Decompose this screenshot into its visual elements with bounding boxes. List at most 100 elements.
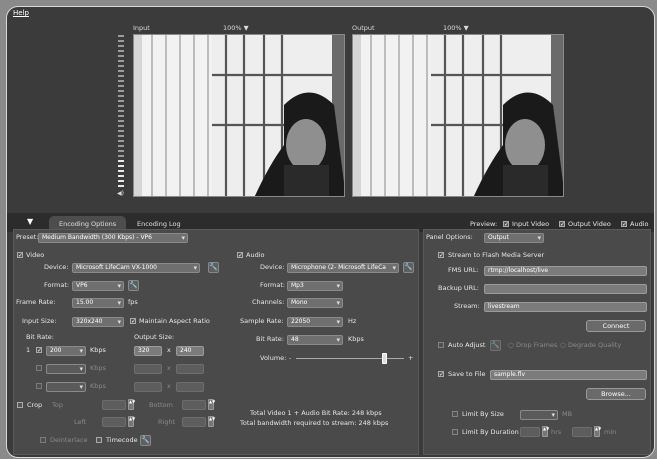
auto-adjust-settings-icon[interactable]: 🔧 [490,340,501,351]
audio-bit-rate-select[interactable]: 48 [287,335,343,345]
audio-format-select[interactable]: Mp3 [287,281,343,291]
encoding-options-panel: Preset: Medium Bandwidth (300 Kbps) - VP… [13,229,419,455]
auto-adjust-checkbox[interactable] [438,342,444,348]
crop-right-spinner[interactable]: ▲▼ [208,416,215,427]
crop-left-field[interactable] [102,417,126,427]
crop-top-label: Top [52,401,63,409]
fms-url-label: FMS URL: [448,266,479,274]
crop-checkbox[interactable] [17,402,23,408]
limit-size-label: Limit By Size [462,410,504,418]
total-bitrate-text: Total Video 1 + Audio Bit Rate: 248 kbps [250,409,382,417]
fps-label: fps [128,298,138,306]
panel-options-select[interactable]: Output [484,233,544,243]
duration-min-field[interactable] [572,427,592,437]
output-height-field[interactable]: 240 [176,346,204,356]
limit-duration-label: Limit By Duration [462,428,519,436]
crop-top-field[interactable] [102,400,126,410]
bit-rate-row2-select[interactable] [46,364,86,374]
audio-bit-rate-label: Bit Rate: [256,335,284,343]
preview-input-video-checkbox[interactable]: ✓ [503,221,509,228]
fms-url-input[interactable]: rtmp://localhost/live [484,266,647,276]
input-zoom-dropdown[interactable]: 100% ▼ [223,24,249,33]
save-to-file-checkbox[interactable]: ✓ [438,371,444,378]
duration-min-spinner[interactable]: ▲▼ [594,426,601,437]
output-size-row2-x: x [167,364,171,372]
maintain-aspect-checkbox[interactable]: ✓ [130,318,136,325]
channels-select[interactable]: Mono [287,298,343,308]
drop-frames-label: Drop Frames [516,341,558,349]
input-size-select[interactable]: 320x240 [72,317,124,327]
crop-left-spinner[interactable]: ▲▼ [128,416,135,427]
crop-bottom-label: Bottom [149,401,173,409]
timecode-settings-icon[interactable]: 🔧 [140,435,151,446]
connect-button[interactable]: Connect [586,320,646,332]
output-width-field[interactable]: 320 [134,346,162,356]
frame-rate-label: Frame Rate: [16,298,56,306]
output-width-row3-field[interactable] [134,382,162,392]
timecode-checkbox[interactable] [96,437,102,443]
video-format-settings-icon[interactable]: 🔧 [128,280,139,291]
volume-slider-thumb[interactable] [381,353,387,364]
min-label: min [604,428,617,436]
output-size-label: Output Size: [134,333,175,341]
deinterlace-label: Deinterlace [50,436,88,444]
volume-slider-track[interactable] [296,358,404,359]
video-device-settings-icon[interactable]: 🔧 [208,262,219,273]
preview-audio-checkbox[interactable]: ✓ [621,221,627,228]
mb-label: MB [562,410,573,418]
backup-url-label: Backup URL: [438,284,479,292]
preview-output-video-checkbox[interactable]: ✓ [559,221,565,228]
sample-rate-select[interactable]: 22050 [287,317,343,327]
menu-help[interactable]: Help [13,9,29,17]
output-video-preview [352,34,564,197]
preset-select[interactable]: Medium Bandwidth (300 Kbps) - VP6 [38,233,188,243]
bit-rate-label: Bit Rate: [26,333,54,341]
save-file-input[interactable]: sample.flv [490,370,647,380]
stream-name-input[interactable]: livestream [484,302,647,312]
browse-button[interactable]: Browse... [586,388,646,400]
audio-device-select[interactable]: Microphone (2- Microsoft LifeCa [287,263,399,273]
duration-hours-field[interactable] [520,427,540,437]
video-checkbox[interactable]: ✓ [17,252,23,259]
limit-size-select[interactable] [520,410,558,420]
audio-device-label: Device: [260,263,285,271]
video-format-select[interactable]: VP6 [72,281,124,291]
crop-bottom-field[interactable] [182,400,206,410]
bitrate-row1-checkbox[interactable]: ✓ [36,347,42,354]
output-height-row3-field[interactable] [176,382,204,392]
audio-device-settings-icon[interactable]: 🔧 [403,262,414,273]
collapse-triangle-icon[interactable]: ▼ [27,217,33,226]
drop-frames-radio[interactable]: ○ [508,341,514,350]
stream-fms-checkbox[interactable]: ✓ [438,252,444,259]
audio-checkbox[interactable]: ✓ [237,252,243,259]
duration-hours-spinner[interactable]: ▲▼ [542,426,549,437]
audio-section-title: Audio [246,251,265,259]
crop-top-spinner[interactable]: ▲▼ [128,399,135,410]
timecode-label: Timecode [106,436,138,444]
limit-size-checkbox[interactable] [452,411,458,417]
input-video-preview [133,34,345,197]
hrs-label: hrs [551,428,562,436]
save-to-file-label: Save to File [448,370,486,378]
crop-bottom-spinner[interactable]: ▲▼ [208,399,215,410]
frame-rate-select[interactable]: 15.00 [72,298,124,308]
video-device-select[interactable]: Microsoft LifeCam VX-1000 [72,263,200,273]
backup-url-input[interactable] [484,284,647,294]
limit-duration-checkbox[interactable] [452,429,458,435]
hz-label: Hz [348,317,357,325]
bit-rate-select[interactable]: 200 [46,346,86,356]
degrade-quality-radio[interactable]: ○ [560,341,566,350]
crop-right-field[interactable] [182,417,206,427]
output-zoom-dropdown[interactable]: 100% ▼ [443,24,469,33]
bitrate-row2-checkbox[interactable] [36,365,42,371]
output-height-row2-field[interactable] [176,364,204,374]
output-width-row2-field[interactable] [134,364,162,374]
bit-rate-row3-select[interactable] [46,382,86,392]
deinterlace-checkbox[interactable] [40,437,46,443]
stream-fms-title: Stream to Flash Media Server [448,251,545,259]
bit-rate-row2-kbps: Kbps [90,364,106,372]
bit-rate-kbps-label: Kbps [90,346,106,354]
output-size-row3-x: x [167,382,171,390]
bitrate-row3-checkbox[interactable] [36,383,42,389]
video-format-label: Format: [44,281,70,289]
